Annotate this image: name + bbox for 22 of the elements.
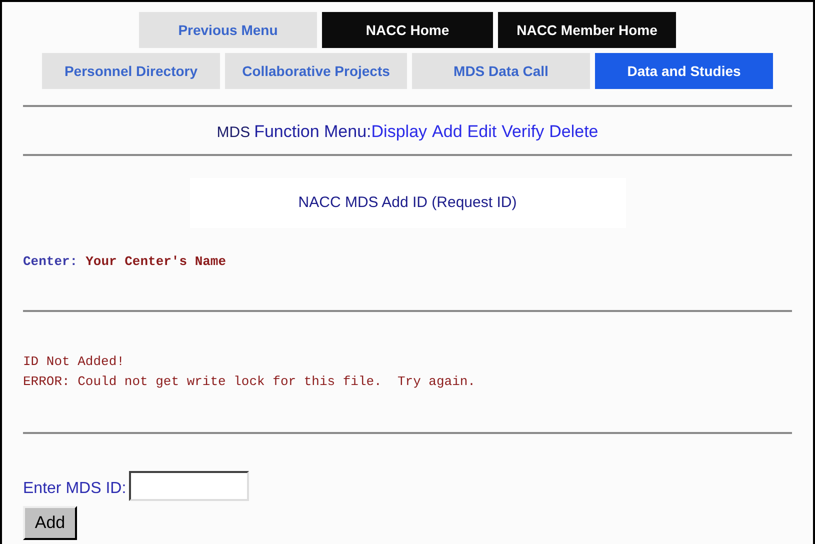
menu-link[interactable]: Delete bbox=[549, 119, 598, 144]
error-message: ERROR: Could not get write lock for this file. Try again. bbox=[23, 372, 476, 390]
center-name: Your Center's Name bbox=[86, 253, 226, 271]
menu-label: Function Menu: bbox=[254, 121, 372, 143]
nav-tab[interactable]: MDS Data Call bbox=[412, 53, 590, 89]
center-label: Center: bbox=[23, 253, 78, 271]
field-label: Enter MDS ID: bbox=[23, 478, 126, 498]
menu-link[interactable]: Verify bbox=[502, 119, 544, 144]
add-button[interactable]: Add bbox=[23, 506, 77, 540]
nav-tab[interactable]: NACC Member Home bbox=[498, 12, 676, 48]
mds-id-field[interactable] bbox=[129, 470, 250, 500]
nav-tab[interactable]: Personnel Directory bbox=[42, 53, 220, 89]
nav-tab[interactable]: Data and Studies bbox=[595, 53, 773, 89]
menu-link[interactable]: Edit bbox=[467, 119, 497, 144]
nav-tab[interactable]: Previous Menu bbox=[139, 12, 317, 48]
error-message: ID Not Added! bbox=[23, 352, 126, 370]
nav-tab[interactable]: NACC Home bbox=[322, 12, 493, 48]
menu-link[interactable]: Add bbox=[432, 119, 462, 144]
menu-prefix: MDS bbox=[216, 123, 250, 143]
menu-link[interactable]: Display bbox=[371, 119, 428, 144]
nav-tab[interactable]: Collaborative Projects bbox=[225, 53, 407, 89]
page-title: NACC MDS Add ID (Request ID) bbox=[298, 192, 517, 213]
